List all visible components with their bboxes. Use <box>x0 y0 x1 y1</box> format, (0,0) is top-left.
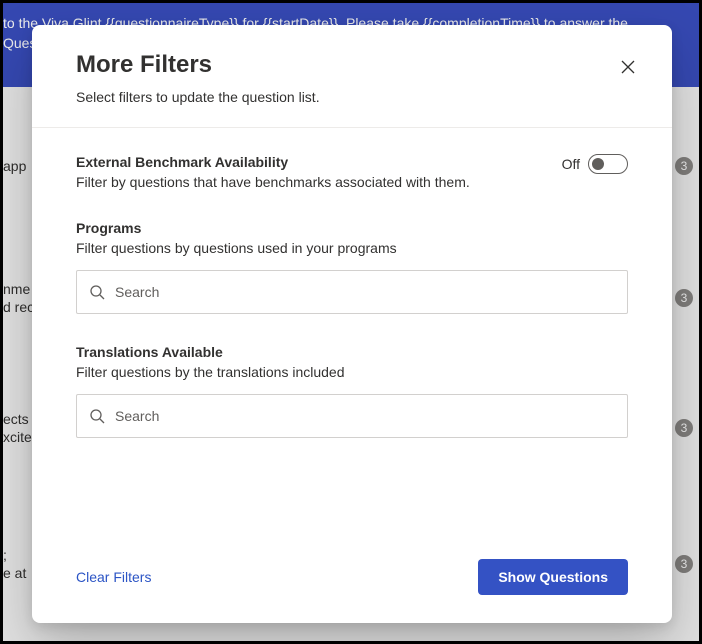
toggle-knob <box>592 158 604 170</box>
programs-search-box[interactable] <box>76 270 628 314</box>
show-questions-button[interactable]: Show Questions <box>478 559 628 595</box>
benchmark-toggle[interactable] <box>588 154 628 174</box>
section-title: Translations Available <box>76 344 628 360</box>
filter-section-benchmark: External Benchmark Availability Filter b… <box>76 154 628 190</box>
modal-body: External Benchmark Availability Filter b… <box>32 128 672 541</box>
close-icon <box>620 59 636 75</box>
modal-header: More Filters Select filters to update th… <box>32 25 672 128</box>
filter-section-translations: Translations Available Filter questions … <box>76 344 628 438</box>
translations-search-box[interactable] <box>76 394 628 438</box>
translations-search-input[interactable] <box>115 408 615 424</box>
search-icon <box>89 408 105 424</box>
section-desc: Filter questions by the translations inc… <box>76 364 628 380</box>
clear-filters-button[interactable]: Clear Filters <box>76 563 151 591</box>
modal-footer: Clear Filters Show Questions <box>32 541 672 623</box>
toggle-label: Off <box>562 156 580 172</box>
section-desc: Filter questions by questions used in yo… <box>76 240 628 256</box>
filter-section-programs: Programs Filter questions by questions u… <box>76 220 628 314</box>
search-icon <box>89 284 105 300</box>
close-button[interactable] <box>614 53 642 81</box>
modal-subtitle: Select filters to update the question li… <box>76 89 628 105</box>
more-filters-modal: More Filters Select filters to update th… <box>32 25 672 623</box>
programs-search-input[interactable] <box>115 284 615 300</box>
section-title: External Benchmark Availability <box>76 154 562 170</box>
modal-title: More Filters <box>76 51 628 79</box>
section-title: Programs <box>76 220 628 236</box>
section-desc: Filter by questions that have benchmarks… <box>76 174 562 190</box>
